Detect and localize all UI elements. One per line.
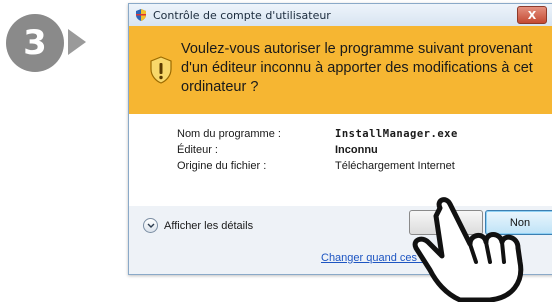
change-notification-settings-link[interactable]: Changer quand ces notifications	[321, 252, 478, 264]
permission-question: Voulez-vous autoriser le programme suiva…	[181, 41, 533, 95]
yes-button-label[interactable]: Oui	[437, 217, 454, 229]
show-details-toggle[interactable]: Afficher les détails	[143, 218, 253, 233]
window-title: Contrôle de compte d'utilisateur	[153, 8, 331, 22]
close-button[interactable]: X	[517, 6, 547, 24]
warning-shield-icon	[150, 56, 172, 84]
step-arrow-icon	[68, 29, 86, 55]
step-number-badge: 3	[6, 14, 64, 72]
file-origin-label: Origine du fichier :	[177, 160, 267, 172]
program-info: Nom du programme : InstallManager.exe Éd…	[129, 114, 552, 206]
step-number: 3	[23, 23, 47, 63]
warning-banner: Voulez-vous autoriser le programme suiva…	[129, 26, 552, 114]
file-origin-value: Téléchargement Internet	[335, 160, 455, 172]
dialog-footer: Afficher les détails Oui Non Changer qua…	[129, 206, 552, 274]
program-name-label: Nom du programme :	[177, 128, 281, 140]
title-bar[interactable]: Contrôle de compte d'utilisateur X	[129, 4, 552, 26]
close-icon: X	[527, 8, 537, 22]
program-name-value: InstallManager.exe	[335, 128, 458, 140]
show-details-label[interactable]: Afficher les détails	[164, 220, 253, 232]
no-button-label[interactable]: Non	[510, 217, 530, 229]
publisher-value: Inconnu	[335, 144, 378, 156]
chevron-down-icon[interactable]	[143, 218, 158, 233]
yes-button[interactable]: Oui	[409, 210, 483, 235]
publisher-label: Éditeur :	[177, 144, 218, 156]
uac-shield-icon	[136, 9, 146, 21]
uac-dialog: Contrôle de compte d'utilisateur X Voule…	[128, 3, 552, 275]
no-button[interactable]: Non	[485, 210, 552, 235]
